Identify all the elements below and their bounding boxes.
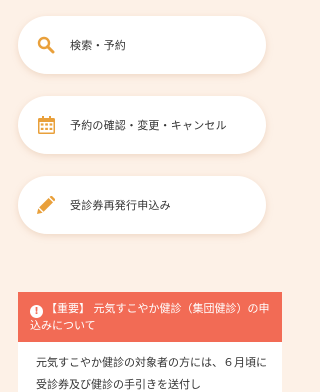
reissue-request-button[interactable]: 受診券再発行申込み — [18, 176, 266, 234]
search-reserve-button[interactable]: 検索・予約 — [18, 16, 266, 74]
reissue-request-label: 受診券再発行申込み — [70, 199, 171, 212]
reservation-manage-button[interactable]: 予約の確認・変更・キャンセル — [18, 96, 266, 154]
reservation-manage-label: 予約の確認・変更・キャンセル — [70, 119, 227, 132]
pencil-icon — [36, 195, 56, 215]
screen: 検索・予約 予約の確認・変更・キャンセル 受診券再発行申込み ! 【重要】 元気… — [0, 0, 300, 392]
important-notice: ! 【重要】 元気すこやか健診（集団健診）の申込みについて 元気すこやか健診の対象… — [18, 292, 282, 392]
search-icon — [36, 35, 56, 55]
search-reserve-label: 検索・予約 — [70, 39, 126, 52]
alert-icon: ! — [30, 305, 43, 318]
notice-header: ! 【重要】 元気すこやか健診（集団健診）の申込みについて — [18, 292, 282, 342]
notice-body: 元気すこやか健診の対象者の方には、６月頃に受診券及び健診の手引きを送付し — [36, 356, 267, 391]
notice-title: 【重要】 元気すこやか健診（集団健診）の申込みについて — [30, 302, 270, 332]
calendar-icon — [36, 115, 56, 135]
